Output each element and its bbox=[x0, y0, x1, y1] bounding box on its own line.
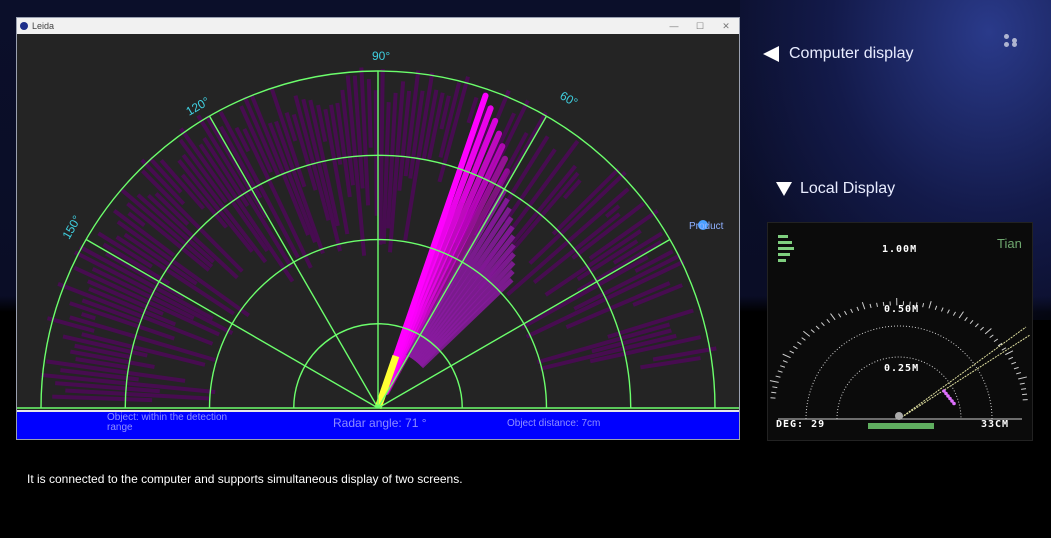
outer-tick bbox=[1013, 366, 1019, 370]
base-platform bbox=[868, 423, 934, 429]
outer-tick bbox=[1021, 388, 1027, 390]
outer-tick bbox=[838, 313, 842, 318]
trail-ray bbox=[373, 90, 379, 216]
local-display-label: Local Display bbox=[776, 180, 895, 198]
local-radar-canvas bbox=[769, 235, 1031, 429]
trail-ray bbox=[652, 346, 717, 362]
trail-ray bbox=[366, 78, 373, 148]
outer-tick bbox=[803, 330, 811, 337]
outer-tick bbox=[1008, 356, 1014, 360]
trail-ray bbox=[46, 316, 95, 333]
outer-tick bbox=[780, 365, 786, 368]
outer-tick bbox=[810, 329, 815, 334]
radar-angle-status: Radar angle: 71 ° bbox=[333, 416, 427, 430]
brand-label: Tian bbox=[997, 236, 1022, 251]
ring-label-025m: 0.25M bbox=[884, 363, 920, 374]
outer-tick bbox=[789, 350, 795, 354]
outer-tick bbox=[844, 310, 848, 316]
outer-tick bbox=[1011, 361, 1017, 365]
outer-tick bbox=[797, 341, 802, 345]
computer-display-text: Computer display bbox=[789, 45, 914, 62]
outer-tick bbox=[993, 338, 999, 343]
outer-tick bbox=[980, 326, 984, 331]
outer-tick bbox=[869, 303, 872, 309]
arrow-down-icon bbox=[776, 182, 792, 196]
maximize-button[interactable]: ☐ bbox=[687, 21, 713, 32]
status-bar: Object: within the detection range Radar… bbox=[17, 410, 739, 439]
outer-tick bbox=[782, 353, 791, 359]
trail-ray bbox=[640, 356, 701, 370]
arrow-left-icon bbox=[763, 46, 779, 62]
distance-readout: 33CM bbox=[981, 419, 1010, 430]
radar-app-window: Leida — ☐ ✕ 150° 120° 90° 60° 10cm 20cm … bbox=[16, 17, 740, 440]
outer-tick bbox=[815, 325, 820, 330]
angle-label-120: 120° bbox=[184, 94, 213, 119]
object-range-status: Object: within the detection range bbox=[107, 412, 228, 433]
outer-tick bbox=[1018, 376, 1027, 380]
trail-ray bbox=[81, 312, 96, 321]
outer-tick bbox=[771, 391, 777, 394]
outer-tick bbox=[772, 386, 778, 389]
outer-tick bbox=[947, 309, 950, 314]
outer-tick bbox=[964, 316, 968, 322]
outer-tick bbox=[922, 303, 925, 308]
outer-tick bbox=[850, 308, 853, 313]
outer-tick bbox=[984, 328, 992, 335]
product-label: Product bbox=[689, 221, 724, 232]
computer-display-label: Computer display bbox=[763, 45, 914, 63]
outer-tick bbox=[958, 311, 964, 319]
close-button[interactable]: ✕ bbox=[713, 21, 739, 32]
caption-text: It is connected to the computer and supp… bbox=[27, 472, 463, 486]
minimize-button[interactable]: — bbox=[661, 21, 687, 31]
outer-tick bbox=[934, 305, 938, 310]
outer-tick bbox=[1005, 350, 1014, 356]
local-sweep-line bbox=[898, 334, 1031, 420]
product-marker: Product bbox=[689, 220, 724, 232]
outer-tick bbox=[952, 311, 956, 316]
ring-label-1m: 1.00M bbox=[882, 244, 918, 255]
outer-tick bbox=[830, 313, 836, 321]
ring-label-050m: 0.50M bbox=[884, 304, 920, 315]
outer-tick bbox=[928, 301, 932, 309]
signal-bars-icon bbox=[778, 235, 794, 262]
window-titlebar[interactable]: Leida — ☐ ✕ bbox=[17, 18, 739, 34]
angle-label-150: 150° bbox=[59, 213, 84, 242]
trail-ray bbox=[52, 394, 153, 403]
window-title: Leida bbox=[32, 21, 55, 31]
outer-tick bbox=[775, 375, 781, 378]
degree-readout: DEG: 29 bbox=[776, 419, 826, 430]
outer-tick bbox=[801, 337, 806, 341]
outer-tick bbox=[861, 301, 866, 310]
outer-tick bbox=[793, 345, 798, 350]
local-display-screen: Tian 1.00M 0.50M 0.25M DEG: 29 33CM bbox=[767, 222, 1033, 441]
local-display-text: Local Display bbox=[800, 180, 896, 197]
outer-tick bbox=[940, 307, 944, 312]
app-icon bbox=[20, 22, 28, 30]
outer-tick bbox=[876, 302, 878, 307]
outer-tick bbox=[969, 320, 974, 325]
radar-canvas: 150° 120° 90° 60° 10cm 20cm 30cm 40cm Pr… bbox=[17, 49, 739, 410]
detection-point bbox=[952, 401, 956, 406]
outer-tick bbox=[820, 322, 825, 327]
outer-tick bbox=[826, 318, 831, 324]
angle-label-60: 60° bbox=[558, 88, 581, 109]
trail-ray bbox=[378, 69, 385, 245]
outer-tick bbox=[974, 323, 979, 328]
outer-tick bbox=[777, 370, 783, 373]
outer-tick bbox=[1019, 382, 1025, 385]
angle-label-90: 90° bbox=[372, 49, 390, 63]
trail-ray bbox=[607, 308, 694, 339]
outer-tick bbox=[782, 360, 788, 363]
outer-tick bbox=[856, 306, 860, 312]
outer-tick bbox=[1016, 372, 1022, 375]
outer-tick bbox=[1001, 347, 1007, 351]
outer-tick bbox=[769, 380, 779, 383]
sensor-icon bbox=[895, 412, 903, 420]
outer-tick bbox=[989, 334, 994, 339]
object-distance-status: Object distance: 7cm bbox=[507, 418, 601, 429]
